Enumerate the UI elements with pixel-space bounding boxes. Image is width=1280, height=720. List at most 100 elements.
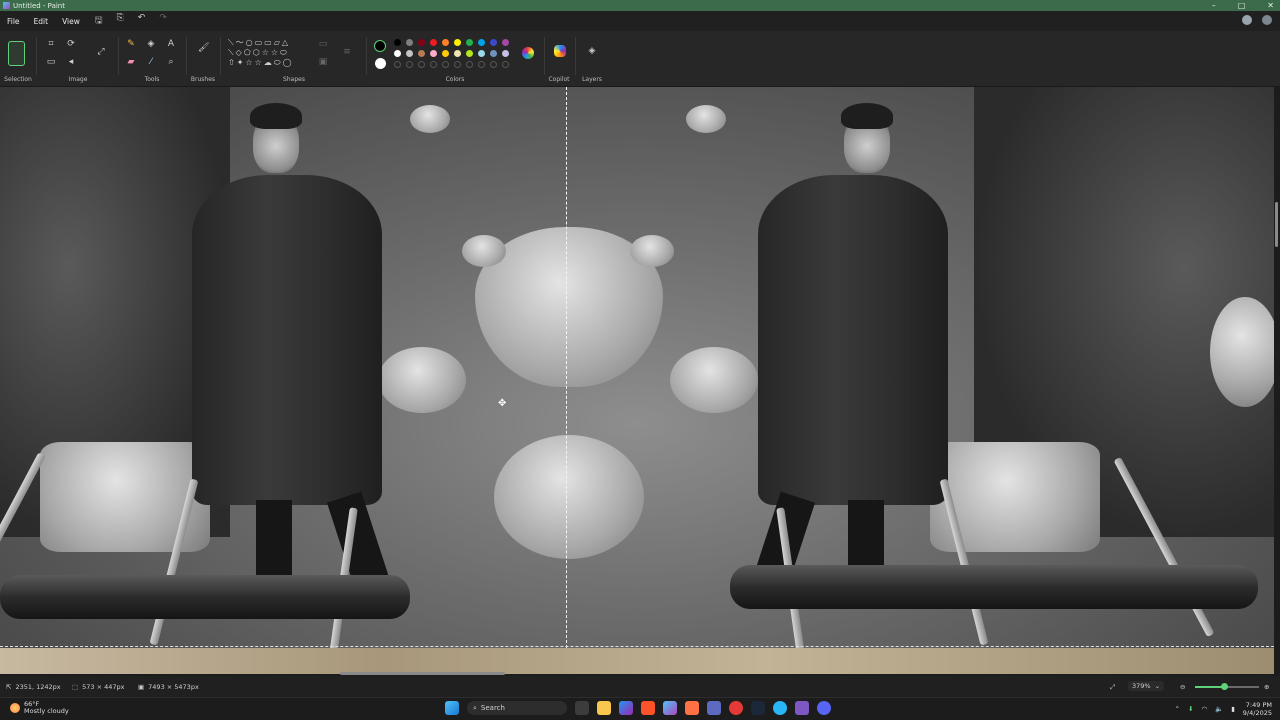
battery-icon[interactable]: ▮ [1231,705,1235,713]
select-all-icon[interactable]: ▭ [46,57,56,67]
settings-icon[interactable] [1262,15,1272,25]
palette-color-swatch[interactable] [466,39,473,46]
palette-color-swatch[interactable] [502,50,509,57]
close-button[interactable]: ✕ [1267,0,1274,11]
palette-color-swatch[interactable] [442,50,449,57]
copilot-taskbar-icon[interactable] [619,701,633,715]
custom-color-slot[interactable] [466,61,473,68]
minimize-button[interactable]: – [1212,0,1216,11]
custom-color-slot[interactable] [490,61,497,68]
wifi-icon[interactable]: ◠ [1201,705,1207,713]
zoom-out-icon[interactable]: ⊖ [1180,683,1185,691]
selection-marquee[interactable] [0,646,1274,647]
flip-icon[interactable]: ◂ [66,57,76,67]
palette-color-swatch[interactable] [406,39,413,46]
edit-colors-icon[interactable] [522,47,534,59]
magnifier-icon[interactable]: ⌕ [166,57,176,67]
shapes-gallery[interactable]: ⟍〜○▭▭▱△ ⟍◇⬠⬡☆☆⬭ ⇧✦☆☆☁⬭◯ [228,38,308,68]
palette-color-swatch[interactable] [430,50,437,57]
palette-color-swatch[interactable] [430,39,437,46]
canvas-area[interactable]: ✥ [0,87,1280,676]
menu-view[interactable]: View [55,17,87,26]
palette-color-swatch[interactable] [454,39,461,46]
app-icon-1[interactable] [685,701,699,715]
palette-color-swatch[interactable] [454,50,461,57]
palette-color-swatch[interactable] [490,50,497,57]
shape-fill-icon[interactable]: ▣ [318,57,328,67]
clock[interactable]: 7:49 PM 9/4/2025 [1243,701,1272,717]
chevron-down-icon[interactable]: ⌄ [1155,682,1160,690]
zoom-level[interactable]: 379% [1132,682,1151,690]
custom-color-slot[interactable] [430,61,437,68]
paint-taskbar-icon[interactable] [663,701,677,715]
app-icon-3[interactable] [729,701,743,715]
palette-color-swatch[interactable] [490,39,497,46]
color-picker-icon[interactable]: ⁄ [146,57,156,67]
zoom-in-icon[interactable]: ⊕ [1264,683,1269,691]
file-explorer-icon[interactable] [597,701,611,715]
secondary-color-swatch[interactable] [375,58,386,69]
layers-icon[interactable]: ◈ [587,46,597,56]
horizontal-scrollbar[interactable] [340,672,505,675]
menu-edit[interactable]: Edit [27,17,56,26]
steam-icon[interactable] [751,701,765,715]
palette-color-swatch[interactable] [406,50,413,57]
share-icon[interactable]: ⎘ [117,13,124,29]
colors-label: Colors [445,76,465,83]
app-icon-2[interactable] [707,701,721,715]
account-icon[interactable] [1242,15,1252,25]
start-icon[interactable] [445,701,459,715]
primary-color-swatch[interactable] [374,40,386,52]
task-view-icon[interactable] [575,701,589,715]
palette-color-swatch[interactable] [478,39,485,46]
save-icon[interactable]: 🖫 [95,13,103,29]
fill-icon[interactable]: ◈ [146,39,156,49]
vertical-scrollbar[interactable] [1275,202,1278,247]
visual-studio-icon[interactable] [795,701,809,715]
custom-color-slot[interactable] [478,61,485,68]
brush-icon[interactable]: 🖌 [198,43,209,53]
zoom-slider-thumb[interactable] [1220,683,1228,690]
tray-app-icon[interactable]: ⬇ [1188,705,1193,713]
custom-color-slot[interactable] [454,61,461,68]
custom-color-slot[interactable] [406,61,413,68]
palette-color-swatch[interactable] [418,39,425,46]
volume-icon[interactable]: 🔈 [1215,705,1223,713]
palette-color-swatch[interactable] [418,50,425,57]
rotate-icon[interactable]: ⟳ [66,39,76,49]
crop-icon[interactable]: ⌗ [46,39,56,49]
outline-icon[interactable]: ▭ [318,39,328,49]
palette-color-swatch[interactable] [502,39,509,46]
eraser-icon[interactable]: ▰ [126,57,136,67]
custom-color-slot[interactable] [442,61,449,68]
palette-color-swatch[interactable] [466,50,473,57]
redo-icon[interactable]: ↷ [159,13,167,29]
palette-color-swatch[interactable] [478,50,485,57]
palette-color-swatch[interactable] [394,39,401,46]
menu-file[interactable]: File [0,17,27,26]
brave-browser-icon[interactable] [641,701,655,715]
selection-tool-button[interactable] [8,41,25,66]
telegram-icon[interactable] [773,701,787,715]
discord-icon[interactable] [817,701,831,715]
custom-color-slot[interactable] [502,61,509,68]
undo-icon[interactable]: ↶ [138,13,146,29]
copilot-group: Copilot [546,37,572,87]
tray-chevron-icon[interactable]: ⌃ [1175,705,1180,713]
maximize-button[interactable]: □ [1238,0,1246,11]
text-icon[interactable]: A [166,39,176,49]
weather-widget[interactable]: 66°F Mostly cloudy [10,701,69,715]
fit-to-window-icon[interactable]: ⤢ [1110,683,1115,692]
palette-color-swatch[interactable] [394,50,401,57]
palette-color-swatch[interactable] [442,39,449,46]
custom-color-slot[interactable] [418,61,425,68]
canvas-image[interactable]: ✥ [0,87,1274,648]
custom-color-slot[interactable] [394,61,401,68]
search-box[interactable]: ⌕ Search [467,701,567,715]
search-icon: ⌕ [473,703,477,712]
pencil-icon[interactable]: ✎ [126,39,136,49]
resize-icon[interactable]: ⤢ [96,47,106,57]
shape-style-icon[interactable]: ≡ [342,47,352,57]
zoom-slider[interactable] [1195,683,1259,690]
copilot-icon[interactable] [554,45,566,57]
